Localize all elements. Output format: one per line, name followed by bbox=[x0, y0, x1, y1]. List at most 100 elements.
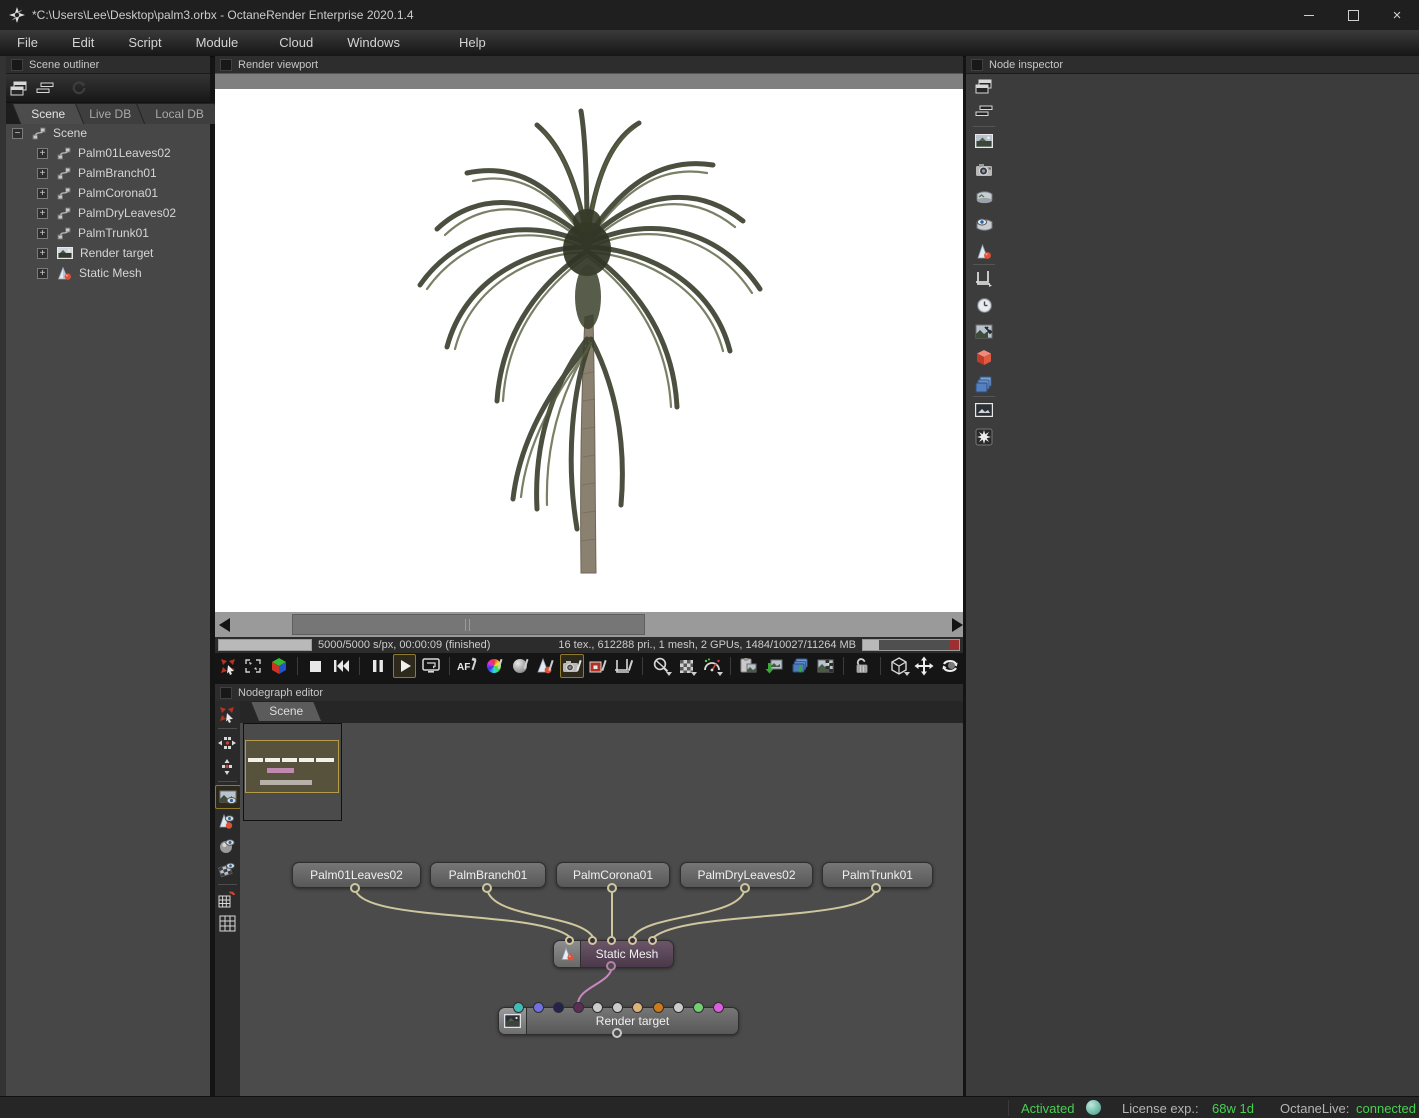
input-port[interactable] bbox=[565, 936, 574, 945]
rt-port[interactable] bbox=[612, 1002, 623, 1013]
texture-preview-icon[interactable] bbox=[215, 835, 239, 857]
output-port[interactable] bbox=[606, 961, 616, 971]
maximize-button[interactable] bbox=[1331, 0, 1375, 30]
mesh-icon[interactable] bbox=[974, 241, 994, 261]
tree-row-palmtrunk01[interactable]: + PalmTrunk01 bbox=[37, 223, 149, 243]
grid-icon[interactable] bbox=[215, 912, 239, 934]
tree-label[interactable]: Palm01Leaves02 bbox=[78, 146, 171, 160]
collapse-icon[interactable]: − bbox=[12, 127, 23, 139]
rendertarget-icon[interactable] bbox=[974, 131, 994, 151]
arrange-windows-icon[interactable] bbox=[34, 77, 56, 99]
save-layers-icon[interactable] bbox=[789, 655, 811, 677]
spread-horizontal-icon[interactable] bbox=[215, 732, 239, 754]
tree-row-palmbranch01[interactable]: + PalmBranch01 bbox=[37, 163, 157, 183]
recenter-icon[interactable] bbox=[215, 703, 239, 725]
panel-handle-icon[interactable] bbox=[11, 58, 23, 71]
menu-help[interactable]: Help bbox=[442, 30, 503, 56]
expand-icon[interactable]: + bbox=[37, 267, 48, 279]
output-port[interactable] bbox=[612, 1028, 622, 1038]
save-image-icon[interactable] bbox=[763, 655, 785, 677]
tree-row-palm01leaves02[interactable]: + Palm01Leaves02 bbox=[37, 143, 171, 163]
lock-resolution-icon[interactable] bbox=[851, 655, 873, 677]
tree-row-palmcorona01[interactable]: + PalmCorona01 bbox=[37, 183, 158, 203]
viewport-hscrollbar-top[interactable] bbox=[215, 73, 963, 89]
minimize-button[interactable] bbox=[1287, 0, 1331, 30]
resume-render-icon[interactable] bbox=[392, 654, 417, 678]
fit-view-icon[interactable] bbox=[243, 655, 265, 677]
pick-focus-icon[interactable] bbox=[217, 655, 239, 677]
rt-port-connected[interactable] bbox=[573, 1002, 584, 1013]
output-port[interactable] bbox=[607, 883, 617, 893]
expand-icon[interactable]: + bbox=[37, 227, 48, 239]
restart-render-icon[interactable] bbox=[331, 655, 353, 677]
rendertarget-preview-icon[interactable] bbox=[215, 785, 241, 809]
panel-handle-icon[interactable] bbox=[220, 58, 232, 71]
pan-mode-icon[interactable] bbox=[914, 655, 936, 677]
rt-port[interactable] bbox=[533, 1002, 544, 1013]
lens-menu-icon[interactable] bbox=[650, 655, 672, 677]
menu-cloud[interactable]: Cloud bbox=[262, 30, 330, 56]
panel-handle-icon[interactable] bbox=[220, 686, 232, 699]
output-port[interactable] bbox=[350, 883, 360, 893]
expand-icon[interactable]: + bbox=[37, 187, 48, 199]
rt-port[interactable] bbox=[713, 1002, 724, 1013]
input-port[interactable] bbox=[628, 936, 637, 945]
expand-icon[interactable]: + bbox=[37, 147, 48, 159]
input-port[interactable] bbox=[648, 936, 657, 945]
object-picker-icon[interactable] bbox=[534, 655, 556, 677]
passes-icon[interactable] bbox=[974, 374, 994, 394]
film-settings-icon[interactable] bbox=[974, 269, 994, 289]
animation-icon[interactable] bbox=[974, 295, 994, 315]
projection-preview-icon[interactable] bbox=[215, 859, 239, 881]
input-port[interactable] bbox=[588, 936, 597, 945]
output-port[interactable] bbox=[871, 883, 881, 893]
render-priority-icon[interactable] bbox=[701, 655, 723, 677]
realtime-render-icon[interactable] bbox=[420, 655, 442, 677]
snap-grid-icon[interactable] bbox=[215, 888, 239, 910]
menu-file[interactable]: File bbox=[0, 30, 55, 56]
expand-icon[interactable]: + bbox=[37, 207, 48, 219]
menu-module[interactable]: Module bbox=[179, 30, 263, 56]
rt-port[interactable] bbox=[553, 1002, 564, 1013]
rt-port[interactable] bbox=[653, 1002, 664, 1013]
menu-edit[interactable]: Edit bbox=[55, 30, 111, 56]
arrange-windows-icon[interactable] bbox=[974, 101, 994, 121]
tab-scene[interactable]: Scene bbox=[11, 103, 85, 124]
tree-row-static-mesh[interactable]: + Static Mesh bbox=[37, 263, 142, 283]
camera-icon[interactable] bbox=[974, 160, 994, 180]
rgb-cube-icon[interactable] bbox=[268, 655, 290, 677]
scrollbar-thumb[interactable] bbox=[292, 614, 645, 635]
scroll-right-icon[interactable] bbox=[952, 618, 963, 632]
tree-label[interactable]: PalmBranch01 bbox=[78, 166, 157, 180]
visible-environment-icon[interactable] bbox=[974, 214, 994, 234]
output-port[interactable] bbox=[482, 883, 492, 893]
object-layer-icon[interactable] bbox=[974, 347, 994, 367]
expand-icon[interactable]: + bbox=[37, 167, 48, 179]
material-preview-icon[interactable] bbox=[215, 811, 239, 833]
alpha-mode-icon[interactable] bbox=[676, 655, 698, 677]
output-port[interactable] bbox=[740, 883, 750, 893]
tree-row-render-target[interactable]: + Render target bbox=[37, 243, 153, 263]
new-window-icon[interactable] bbox=[974, 76, 994, 96]
tree-label[interactable]: PalmCorona01 bbox=[78, 186, 158, 200]
tree-label[interactable]: PalmTrunk01 bbox=[78, 226, 149, 240]
input-port[interactable] bbox=[607, 936, 616, 945]
camera-picker-icon[interactable] bbox=[560, 654, 584, 678]
scroll-left-icon[interactable] bbox=[219, 618, 230, 632]
save-passes-icon[interactable] bbox=[815, 655, 837, 677]
material-picker-icon[interactable] bbox=[509, 655, 531, 677]
viewport-hscrollbar[interactable] bbox=[215, 612, 963, 637]
rt-port[interactable] bbox=[592, 1002, 603, 1013]
render-region-picker-icon[interactable] bbox=[588, 655, 610, 677]
menu-script[interactable]: Script bbox=[111, 30, 178, 56]
expand-icon[interactable]: + bbox=[37, 247, 48, 259]
tree-label[interactable]: PalmDryLeaves02 bbox=[78, 206, 176, 220]
close-button[interactable]: × bbox=[1375, 0, 1419, 30]
tree-row-palmdryleaves02[interactable]: + PalmDryLeaves02 bbox=[37, 203, 176, 223]
environment-icon[interactable] bbox=[974, 187, 994, 207]
film-region-picker-icon[interactable] bbox=[613, 655, 635, 677]
white-balance-picker-icon[interactable] bbox=[483, 655, 505, 677]
render-image[interactable] bbox=[215, 89, 963, 612]
tree-label[interactable]: Static Mesh bbox=[79, 266, 142, 280]
panel-handle-icon[interactable] bbox=[971, 58, 983, 71]
